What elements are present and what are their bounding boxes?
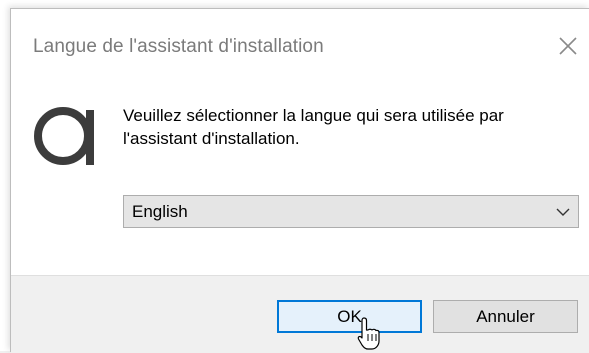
- language-select[interactable]: English: [123, 195, 579, 228]
- close-button[interactable]: [553, 31, 583, 61]
- close-icon: [559, 37, 577, 55]
- dialog-content: Veuillez sélectionner la langue qui sera…: [11, 77, 589, 275]
- language-dialog: Langue de l'assistant d'installation Veu…: [10, 8, 589, 353]
- title-bar: Langue de l'assistant d'installation: [11, 9, 589, 77]
- instruction-text: Veuillez sélectionner la langue qui sera…: [123, 106, 504, 148]
- app-logo-icon: [31, 96, 99, 168]
- cancel-button[interactable]: Annuler: [433, 300, 578, 333]
- background-window-top: [0, 0, 589, 8]
- dialog-footer: OK Annuler: [11, 275, 589, 353]
- ok-button[interactable]: OK: [277, 300, 422, 333]
- background-window-left: [0, 0, 10, 351]
- chevron-down-icon: [555, 205, 571, 219]
- language-select-value: English: [132, 202, 188, 221]
- dialog-title: Langue de l'assistant d'installation: [33, 36, 324, 57]
